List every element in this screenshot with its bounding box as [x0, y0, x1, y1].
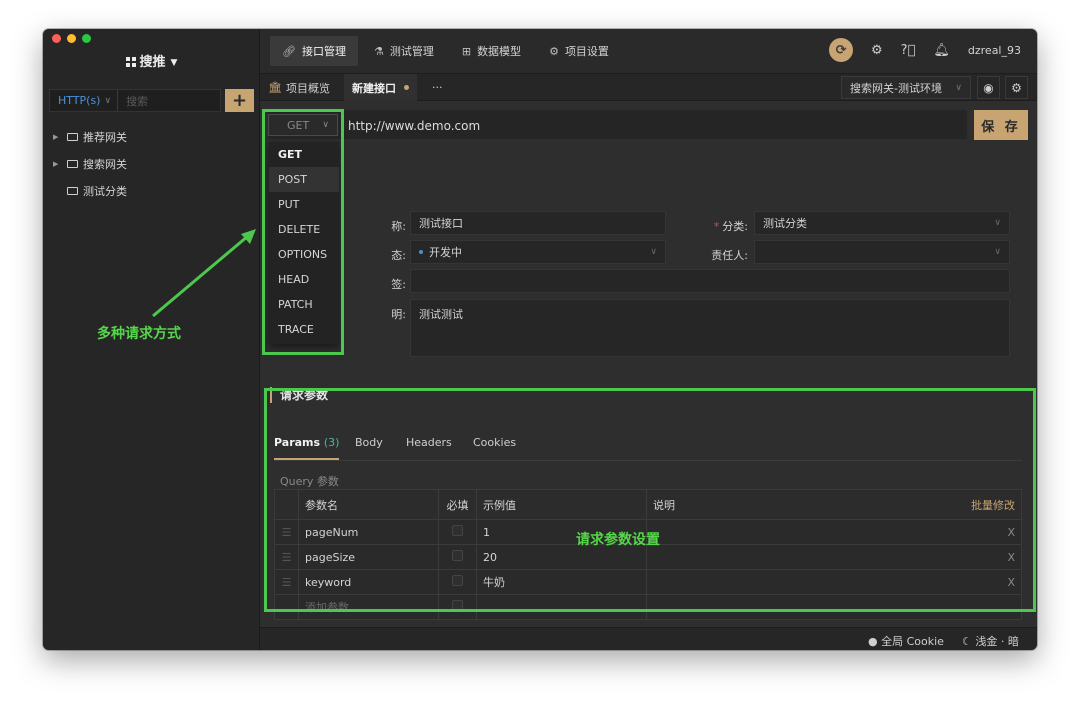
tree-item-recommend-gateway[interactable]: ▶ 推荐网关	[53, 123, 127, 150]
category-value: 测试分类	[763, 217, 807, 230]
chevron-down-icon: ∨	[650, 247, 657, 257]
category-label: * 分类:	[680, 218, 748, 234]
bank-icon: 🏛︎	[268, 81, 282, 94]
api-tree: ▶ 推荐网关 ▶ 搜索网关 测试分类	[53, 123, 127, 204]
chevron-down-icon: ∨	[104, 95, 112, 106]
status-bar: ● 全局 Cookie ☾ 浅金 · 暗	[260, 627, 1037, 650]
top-right-tools: ⟳ ⚙︎ ?⃝ 🔔︎ dzreal_93	[829, 38, 1021, 62]
name-label: 称:	[391, 220, 406, 233]
description-textarea[interactable]: 测试测试	[410, 299, 1010, 357]
sidebar-search-input[interactable]: 搜索	[118, 93, 148, 109]
params-annotation: 请求参数设置	[576, 532, 660, 548]
url-input[interactable]: http://www.demo.com	[348, 119, 480, 133]
gear-icon: ⚙︎	[549, 44, 559, 58]
tree-item-label: 推荐网关	[83, 130, 127, 144]
hierarchy-icon: ⊞	[461, 44, 472, 58]
minimize-window-button[interactable]	[67, 34, 76, 43]
chevron-down-icon: ∨	[994, 247, 1001, 257]
unsaved-dot-icon	[404, 85, 409, 90]
tab-label: 新建接口	[352, 81, 396, 95]
tab-new-api[interactable]: 新建接口	[344, 74, 417, 101]
chevron-down-icon: ∨	[955, 82, 962, 93]
nav-label: 接口管理	[301, 45, 346, 58]
project-switcher[interactable]: 搜推 ▼	[43, 51, 260, 70]
nav-test-management[interactable]: ⚗︎ 测试管理	[362, 36, 446, 66]
global-cookie-button[interactable]: ● 全局 Cookie	[868, 633, 944, 649]
cookie-icon: ●	[868, 635, 878, 648]
nav-api-management[interactable]: 🔗︎ 接口管理	[270, 36, 358, 66]
maximize-window-button[interactable]	[82, 34, 91, 43]
description-label: 明:	[391, 308, 406, 321]
tag-input[interactable]	[410, 269, 1010, 293]
theme-switch[interactable]: ☾ 浅金 · 暗	[962, 633, 1019, 649]
protocol-select[interactable]: HTTP(s) ∨	[50, 90, 119, 111]
tab-more-button[interactable]: ···	[424, 74, 451, 101]
close-window-button[interactable]	[52, 34, 61, 43]
sync-icon[interactable]: ⟳	[829, 38, 854, 62]
tree-item-label: 测试分类	[83, 184, 127, 198]
status-select[interactable]: 开发中 ∨	[410, 240, 666, 264]
params-highlight-box	[264, 388, 1036, 612]
help-icon[interactable]: ?⃝	[901, 43, 916, 58]
nav-project-settings[interactable]: ⚙︎ 项目设置	[537, 36, 621, 66]
chevron-down-icon: ∨	[994, 218, 1001, 228]
moon-icon: ☾	[962, 635, 972, 648]
flask-icon: ⚗︎	[373, 44, 384, 58]
methods-highlight-box	[262, 109, 344, 355]
link-icon: 🔗︎	[282, 44, 296, 58]
env-settings-gear-icon[interactable]: ⚙︎	[1005, 76, 1028, 99]
folder-icon	[67, 132, 78, 141]
window-controls	[52, 34, 91, 43]
category-label-text: 分类:	[722, 220, 748, 233]
sidebar-search-bar: HTTP(s) ∨ 搜索	[49, 89, 221, 112]
tab-label: 项目概览	[285, 81, 330, 95]
environment-label: 搜索网关-测试环境	[850, 81, 942, 95]
status-value: 开发中	[429, 246, 462, 259]
environment-select[interactable]: 搜索网关-测试环境 ∨	[841, 76, 971, 99]
owner-label: 责任人:	[711, 249, 748, 262]
name-value: 测试接口	[419, 217, 463, 230]
owner-select[interactable]: ∨	[754, 240, 1010, 264]
status-label: 态:	[391, 249, 406, 262]
folder-icon	[67, 159, 78, 168]
category-select[interactable]: 测试分类 ∨	[754, 211, 1010, 235]
methods-annotation: 多种请求方式	[97, 326, 181, 342]
username[interactable]: dzreal_93	[968, 44, 1021, 57]
global-cookie-label: 全局 Cookie	[881, 635, 944, 648]
name-input[interactable]: 测试接口	[410, 211, 666, 235]
nav-label: 项目设置	[564, 45, 609, 58]
grid-icon	[125, 57, 136, 67]
project-name: 搜推	[139, 55, 166, 70]
add-api-button[interactable]: +	[225, 89, 254, 112]
tree-item-search-gateway[interactable]: ▶ 搜索网关	[53, 150, 127, 177]
save-button[interactable]: 保 存	[974, 110, 1028, 140]
required-mark: *	[713, 220, 720, 233]
tab-bar: 🏛︎ 项目概览 新建接口 ··· 搜索网关-测试环境 ∨ ◉ ⚙︎	[260, 74, 1037, 101]
expand-arrow-icon[interactable]: ▶	[53, 160, 67, 168]
top-navigation: 🔗︎ 接口管理 ⚗︎ 测试管理 ⊞ 数据模型 ⚙︎ 项目设置 ⟳ ⚙︎ ?⃝ 🔔…	[260, 29, 1037, 74]
description-value: 测试测试	[419, 308, 463, 321]
status-dot-icon	[419, 250, 423, 254]
folder-open-icon	[67, 186, 78, 195]
tree-item-test-category[interactable]: 测试分类	[53, 177, 127, 204]
main-nav: 🔗︎ 接口管理 ⚗︎ 测试管理 ⊞ 数据模型 ⚙︎ 项目设置	[270, 36, 621, 66]
settings-gear-icon[interactable]: ⚙︎	[871, 43, 883, 58]
tab-project-overview[interactable]: 🏛︎ 项目概览	[260, 74, 338, 101]
tree-item-label: 搜索网关	[83, 157, 127, 171]
nav-label: 数据模型	[477, 45, 522, 58]
nav-label: 测试管理	[389, 45, 434, 58]
expand-arrow-icon[interactable]: ▶	[53, 133, 67, 141]
caret-down-icon: ▼	[170, 58, 178, 68]
theme-label: 浅金 · 暗	[975, 635, 1019, 648]
tag-label: 签:	[391, 278, 406, 291]
protocol-label: HTTP(s)	[58, 94, 101, 107]
eye-icon[interactable]: ◉	[977, 76, 1000, 99]
bell-icon[interactable]: 🔔︎	[933, 43, 950, 58]
nav-data-model[interactable]: ⊞ 数据模型	[450, 36, 533, 66]
